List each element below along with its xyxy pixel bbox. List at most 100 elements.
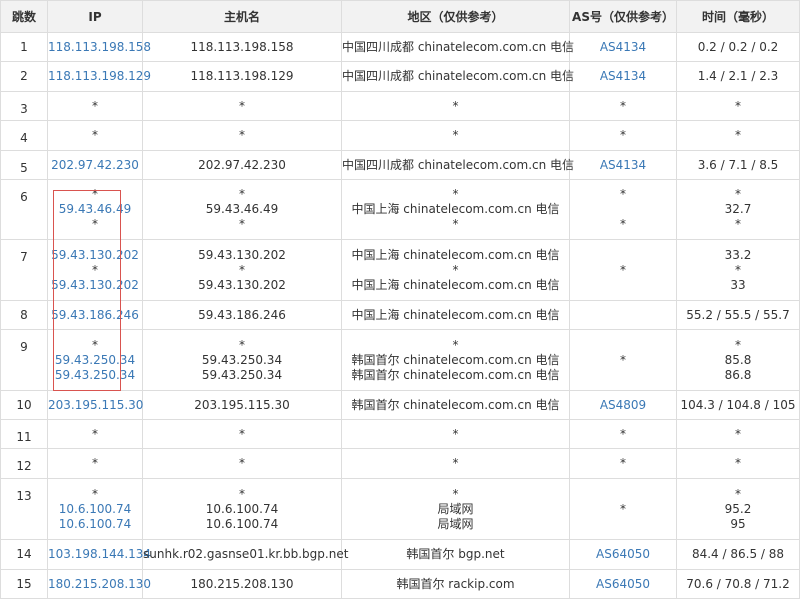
region-value: 中国上海 chinatelecom.com.cn 电信 <box>351 202 560 216</box>
ip-value[interactable]: 59.43.186.246 <box>48 308 142 323</box>
table-row: 1 118.113.198.158 118.113.198.158 中国四川成都 ch… <box>0 32 800 62</box>
hop-cell: 15 <box>0 569 48 599</box>
as-value[interactable]: AS4134 <box>570 40 676 55</box>
as-cell: * <box>569 91 677 121</box>
ip-value[interactable]: 59.43.130.202 <box>48 278 142 293</box>
region-cell: 中国四川成都 chinatelecom.com.cn 电信 <box>341 32 574 62</box>
as-value[interactable]: AS4134 <box>570 69 676 84</box>
ip-value: * <box>92 486 98 501</box>
hostname-cell: 180.215.208.130 <box>142 569 342 599</box>
as-cell: AS4134 <box>569 61 677 92</box>
ip-value: * <box>92 128 98 142</box>
hostname-value: 59.43.130.202 <box>198 247 286 262</box>
hop-cell: 2 <box>0 61 48 92</box>
table-row: 5 202.97.42.230 202.97.42.230 中国四川成都 chinat… <box>0 150 800 180</box>
hostname-value: sunhk.r02.gasnse01.kr.bb.bgp.net <box>143 547 349 561</box>
time-value: 86.8 <box>724 367 752 382</box>
hostname-cell: * <box>142 448 342 479</box>
hostname-value: * <box>239 456 245 470</box>
as-cell: AS4809 <box>569 390 677 420</box>
region-value: 韩国首尔 chinatelecom.com.cn 电信 <box>351 352 560 367</box>
time-value: 95.2 <box>724 501 752 516</box>
ip-value[interactable]: 10.6.100.74 <box>48 502 142 517</box>
ip-value[interactable]: 59.43.130.202 <box>48 248 142 263</box>
as-value <box>570 202 676 217</box>
time-cell: * 32.7 * <box>676 179 800 240</box>
time-cell: * <box>676 120 800 151</box>
table-row: 2 118.113.198.129 118.113.198.129 中国四川成都 ch… <box>0 61 800 92</box>
time-value: * <box>735 262 741 277</box>
ip-value[interactable]: 59.43.250.34 <box>48 353 142 368</box>
hop-number: 15 <box>16 576 32 591</box>
hop-number: 1 <box>20 39 28 54</box>
region-value: 中国四川成都 chinatelecom.com.cn 电信 <box>342 69 575 83</box>
hop-cell: 11 <box>0 419 48 449</box>
hostname-cell: 118.113.198.129 <box>142 61 342 92</box>
ip-value[interactable]: 59.43.250.34 <box>48 368 142 383</box>
time-cell: 0.2 / 0.2 / 0.2 <box>676 32 800 62</box>
region-value: 中国四川成都 chinatelecom.com.cn 电信 <box>342 157 575 172</box>
ip-value[interactable]: 103.198.144.134 <box>48 547 151 562</box>
time-value: 104.3 / 104.8 / 105 <box>680 397 796 412</box>
time-value: 3.6 / 7.1 / 8.5 <box>697 157 779 172</box>
as-value[interactable]: AS64050 <box>570 547 676 562</box>
hostname-value: 118.113.198.129 <box>190 69 294 83</box>
time-cell: 84.4 / 86.5 / 88 <box>676 539 800 570</box>
table-row: 14 103.198.144.134 sunhk.r02.gasnse01.kr.b… <box>0 539 800 570</box>
as-value: * <box>620 128 626 142</box>
hostname-value: 59.43.186.246 <box>198 307 286 322</box>
as-value: * <box>620 501 626 516</box>
as-value[interactable]: AS4134 <box>570 158 676 173</box>
ip-value: * <box>92 262 98 277</box>
header-as: AS号（仅供参考） <box>569 0 677 33</box>
as-value[interactable]: AS4809 <box>570 398 676 413</box>
region-value: 局域网 <box>437 516 474 531</box>
time-value: 85.8 <box>724 352 752 367</box>
hop-number: 8 <box>20 307 28 322</box>
ip-value[interactable]: 118.113.198.158 <box>48 40 151 55</box>
region-cell: * <box>341 120 570 151</box>
header-hop: 跳数 <box>0 0 48 33</box>
region-cell: 中国四川成都 chinatelecom.com.cn 电信 <box>341 61 575 92</box>
region-value: * <box>452 217 459 231</box>
time-value: 0.2 / 0.2 / 0.2 <box>697 39 779 54</box>
hop-number: 10 <box>16 397 32 412</box>
time-cell: 70.6 / 70.8 / 71.2 <box>676 569 800 599</box>
hop-cell: 14 <box>0 539 48 570</box>
time-cell: 1.4 / 2.1 / 2.3 <box>676 61 800 92</box>
as-cell: * <box>569 120 677 151</box>
region-value: * <box>452 128 459 142</box>
region-value: 韩国首尔 chinatelecom.com.cn 电信 <box>351 367 560 382</box>
region-cell: 中国四川成都 chinatelecom.com.cn 电信 <box>341 150 575 180</box>
ip-value[interactable]: 203.195.115.30 <box>48 398 143 413</box>
time-cell: * <box>676 91 800 121</box>
time-value: * <box>735 98 741 113</box>
region-cell: 中国上海 chinatelecom.com.cn 电信 * 中国上海 chinate… <box>341 239 570 301</box>
hop-cell: 10 <box>0 390 48 420</box>
ip-value[interactable]: 118.113.198.129 <box>48 69 151 84</box>
hostname-cell: * 59.43.250.34 59.43.250.34 <box>142 329 342 391</box>
ip-value[interactable]: 59.43.46.49 <box>48 202 142 217</box>
ip-value[interactable]: 202.97.42.230 <box>48 158 142 173</box>
hop-number: 7 <box>20 250 28 264</box>
time-value: * <box>735 128 741 142</box>
table-row: 10 203.195.115.30 203.195.115.30 韩国首尔 china… <box>0 390 800 420</box>
ip-value[interactable]: 180.215.208.130 <box>48 577 151 592</box>
as-cell: * <box>569 329 677 391</box>
hostname-value: 59.43.46.49 <box>205 202 279 216</box>
time-value: 1.4 / 2.1 / 2.3 <box>697 69 779 83</box>
ip-value[interactable]: 10.6.100.74 <box>48 517 142 532</box>
region-cell: 韩国首尔 rackip.com <box>341 569 570 599</box>
hop-number: 2 <box>20 69 28 83</box>
header-region: 地区（仅供参考） <box>341 0 570 33</box>
hop-cell: 6 <box>0 179 48 240</box>
hop-number: 4 <box>20 131 28 145</box>
hostname-value: 203.195.115.30 <box>194 397 290 412</box>
as-value[interactable]: AS64050 <box>570 577 676 592</box>
as-cell: * <box>569 239 677 301</box>
hostname-value: 59.43.130.202 <box>198 277 286 292</box>
hop-cell: 9 <box>0 329 48 391</box>
region-value: 中国上海 chinatelecom.com.cn 电信 <box>351 277 560 292</box>
hostname-value: * <box>239 187 245 201</box>
time-value: * <box>735 217 741 231</box>
